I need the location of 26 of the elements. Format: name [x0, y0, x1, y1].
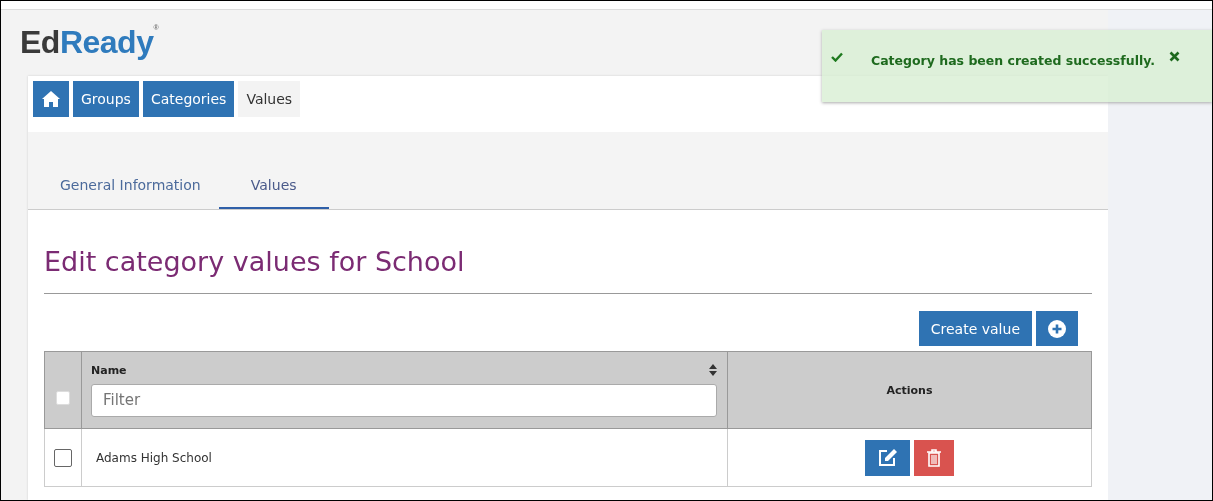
trash-icon	[926, 448, 942, 467]
column-header: Actions	[886, 383, 933, 397]
breadcrumb-button[interactable]: Groups	[73, 81, 139, 117]
tab[interactable]: Values	[218, 177, 329, 209]
row-checkbox[interactable]	[54, 448, 72, 467]
breadcrumb-button[interactable]: Categories	[142, 81, 235, 117]
column-header[interactable]: Name	[91, 363, 127, 377]
add-button[interactable]	[1036, 311, 1078, 346]
toast-message: Category has been created successfully.	[871, 53, 1155, 68]
sort-icon[interactable]	[709, 364, 717, 376]
logo: EdReady$^{®}$	[20, 24, 159, 61]
breadcrumb-button[interactable]: Values	[238, 81, 301, 117]
select-all-checkbox[interactable]	[56, 391, 70, 405]
plus-circle-icon	[1048, 319, 1066, 338]
create-value-button[interactable]: Create value	[918, 311, 1032, 346]
check-icon	[831, 52, 843, 62]
edit-icon	[876, 447, 899, 468]
tab[interactable]: General Information	[42, 177, 219, 209]
filter-field[interactable]: Filter	[91, 383, 717, 417]
home-icon	[41, 90, 61, 108]
close-icon[interactable]	[1168, 51, 1180, 62]
table-cell: Adams High School	[96, 450, 212, 465]
home-button[interactable]	[33, 81, 69, 117]
page-heading: Edit category values for School	[44, 246, 466, 277]
delete-button[interactable]	[914, 439, 954, 476]
edit-button[interactable]	[865, 439, 910, 476]
